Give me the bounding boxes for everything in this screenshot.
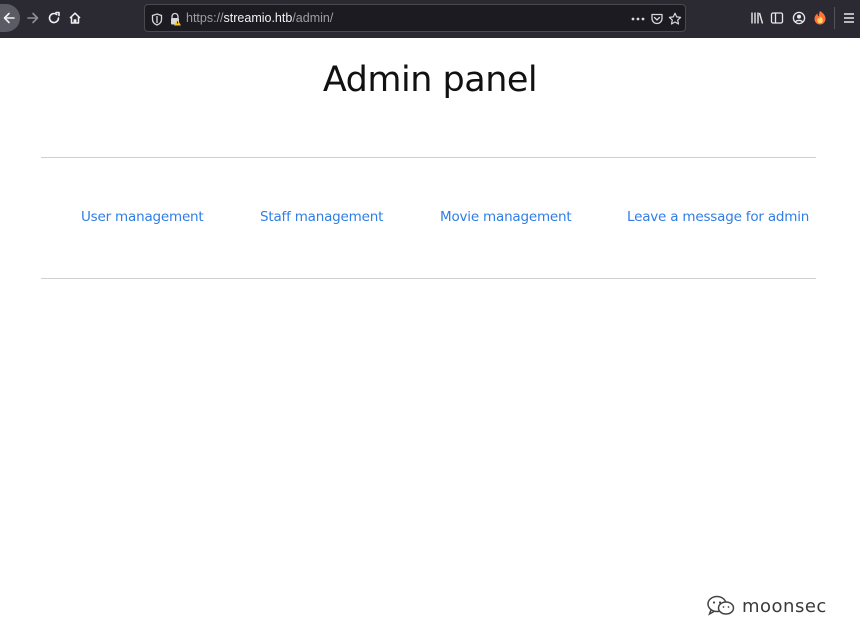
browser-toolbar: https://streamio.htb/admin/: [0, 0, 860, 38]
watermark-text: moonsec: [742, 595, 827, 617]
watermark: moonsec: [706, 594, 827, 618]
arrow-left-icon: [3, 12, 15, 24]
forward-button[interactable]: [22, 4, 44, 32]
back-button[interactable]: [0, 4, 20, 32]
bottom-divider: [41, 278, 816, 279]
page-title: Admin panel: [322, 60, 538, 100]
firefox-extension-icon[interactable]: [811, 9, 829, 27]
toolbar-separator: [834, 7, 835, 29]
hamburger-menu-icon[interactable]: [840, 9, 858, 27]
home-button[interactable]: [64, 4, 86, 32]
account-icon[interactable]: [790, 9, 808, 27]
arrow-right-icon: [27, 12, 39, 24]
url-text[interactable]: https://streamio.htb/admin/: [186, 11, 333, 25]
movie-management-link[interactable]: Movie management: [440, 209, 572, 225]
leave-message-link[interactable]: Leave a message for admin: [627, 209, 809, 225]
reload-icon: [48, 11, 60, 24]
url-host: streamio.htb: [223, 11, 293, 25]
url-path: /admin/: [292, 11, 334, 25]
bookmark-star-icon[interactable]: [667, 11, 683, 27]
wechat-icon: [707, 595, 735, 616]
home-icon: [69, 12, 81, 24]
more-actions-icon[interactable]: [630, 11, 646, 27]
pocket-icon[interactable]: [649, 11, 665, 27]
url-scheme: https://: [186, 11, 224, 25]
top-divider: [41, 157, 816, 158]
library-icon[interactable]: [748, 9, 766, 27]
sidebar-icon[interactable]: [768, 9, 786, 27]
staff-management-link[interactable]: Staff management: [260, 209, 383, 225]
shield-icon[interactable]: [149, 11, 165, 27]
address-bar[interactable]: https://streamio.htb/admin/: [144, 4, 686, 32]
insecure-lock-icon[interactable]: [167, 11, 183, 27]
user-management-link[interactable]: User management: [81, 209, 204, 225]
reload-button[interactable]: [43, 4, 65, 32]
